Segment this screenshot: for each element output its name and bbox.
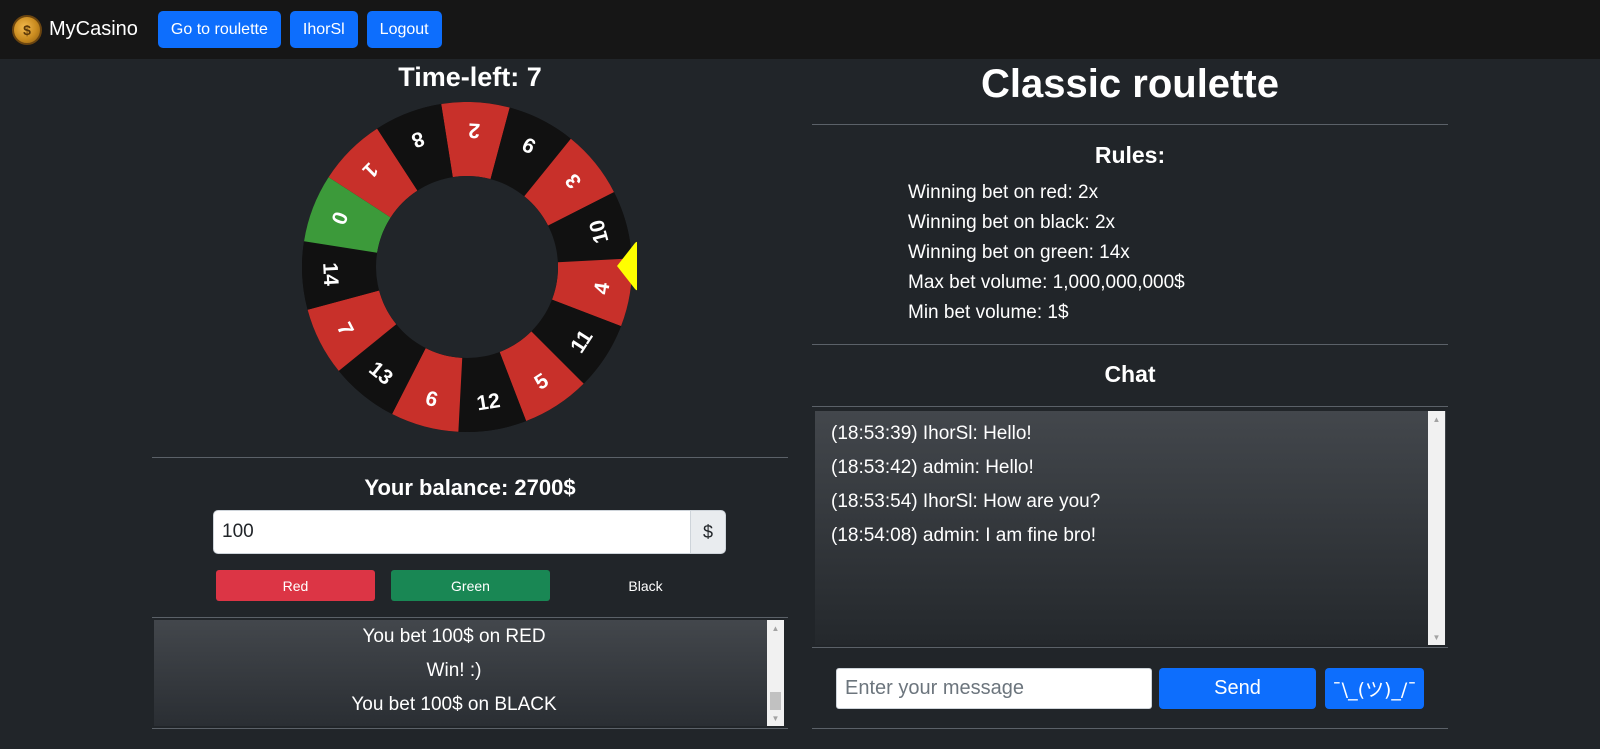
go-to-roulette-button[interactable]: Go to roulette <box>157 11 281 48</box>
wheel-center <box>376 176 558 358</box>
rule-item: Max bet volume: 1,000,000,000$ <box>908 272 1185 293</box>
wheel-number-14: 14 <box>318 262 342 287</box>
brand-link[interactable]: $ MyCasino <box>12 14 138 45</box>
rules-list: Winning bet on red: 2x Winning bet on bl… <box>908 178 1185 328</box>
history-item: You bet 100$ on RED <box>362 626 546 647</box>
divider <box>812 344 1448 345</box>
chat-message: (18:53:39) IhorSl: Hello! <box>831 423 1032 444</box>
chat-message-list: (18:53:39) IhorSl: Hello! (18:53:42) adm… <box>815 411 1446 553</box>
roulette-wheel: 2 9 3 10 4 11 5 12 6 13 7 14 0 1 8 <box>302 102 638 437</box>
chat-heading: Chat <box>1104 361 1156 387</box>
divider <box>812 728 1448 729</box>
wheel-number-12: 12 <box>475 389 502 415</box>
bet-history-panel[interactable]: You bet 100$ on RED Win! :) You bet 100$… <box>154 620 784 726</box>
user-profile-button[interactable]: IhorSl <box>289 11 358 48</box>
history-item: You bet 100$ on BLACK <box>351 694 557 715</box>
divider <box>152 728 788 729</box>
roulette-wheel-svg: 29310411512613714018 <box>302 102 638 432</box>
scroll-down-arrow-icon[interactable]: ▼ <box>1428 629 1445 645</box>
bet-amount-input[interactable] <box>213 510 690 554</box>
page-title: Classic roulette <box>981 62 1279 106</box>
currency-addon: $ <box>690 510 726 554</box>
brand-name: MyCasino <box>49 18 138 40</box>
chat-scrollbar[interactable]: ▲ ▼ <box>1428 411 1445 645</box>
time-left-label: Time-left: 7 <box>398 62 542 92</box>
chat-message: (18:53:54) IhorSl: How are you? <box>831 491 1101 512</box>
history-scrollbar[interactable]: ▲ ▼ <box>767 620 784 726</box>
logout-button[interactable]: Logout <box>366 11 442 48</box>
shrug-emoticon-button[interactable]: ¯\_(ツ)_/¯ <box>1325 668 1424 709</box>
casino-coin-logo-icon: $ <box>12 14 42 45</box>
divider <box>812 406 1448 407</box>
rule-item: Winning bet on black: 2x <box>908 212 1116 233</box>
divider <box>812 647 1448 648</box>
navbar: $ MyCasino Go to roulette IhorSl Logout <box>0 0 1600 59</box>
scroll-up-arrow-icon[interactable]: ▲ <box>1428 411 1445 427</box>
rule-item: Winning bet on red: 2x <box>908 182 1099 203</box>
chat-messages-panel[interactable]: (18:53:39) IhorSl: Hello! (18:53:42) adm… <box>815 411 1446 645</box>
rule-item: Winning bet on green: 14x <box>908 242 1130 263</box>
scroll-down-arrow-icon[interactable]: ▼ <box>767 710 784 726</box>
balance-label: Your balance: 2700$ <box>364 475 576 500</box>
rule-item: Min bet volume: 1$ <box>908 302 1069 323</box>
history-item: Win! :) <box>426 660 482 681</box>
divider <box>812 124 1448 125</box>
bet-amount-group: $ <box>213 510 726 554</box>
scroll-up-arrow-icon[interactable]: ▲ <box>767 620 784 636</box>
wheel-number-2: 2 <box>468 118 481 142</box>
chat-message: (18:54:08) admin: I am fine bro! <box>831 525 1097 546</box>
bet-green-button[interactable]: Green <box>391 570 550 601</box>
send-message-button[interactable]: Send <box>1159 668 1316 709</box>
scroll-thumb[interactable] <box>770 692 781 710</box>
divider <box>152 457 788 458</box>
chat-message-input[interactable] <box>836 668 1152 709</box>
rules-heading: Rules: <box>1094 142 1166 168</box>
bet-red-button[interactable]: Red <box>216 570 375 601</box>
bet-black-button[interactable]: Black <box>566 570 725 601</box>
chat-message: (18:53:42) admin: Hello! <box>831 457 1034 478</box>
divider <box>152 617 788 618</box>
bet-history-list: You bet 100$ on RED Win! :) You bet 100$… <box>154 620 754 722</box>
